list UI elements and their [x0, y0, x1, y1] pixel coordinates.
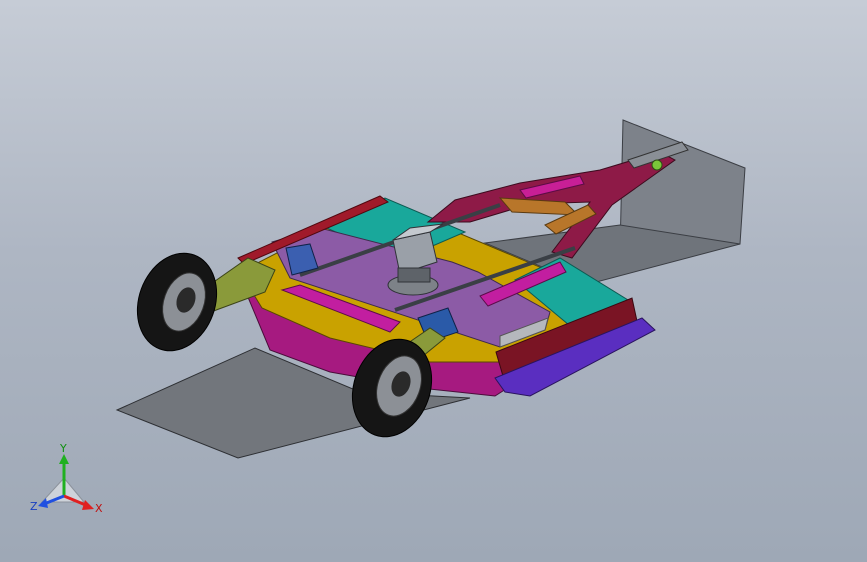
left-wheel[interactable] [124, 242, 230, 362]
coordinate-triad: Y X Z [22, 440, 112, 530]
cad-model-scene[interactable] [0, 0, 867, 562]
triad-x-label: X [95, 502, 103, 515]
y-axis-arrow-icon [59, 454, 69, 464]
triad-graphic: Y X Z [30, 442, 103, 515]
graphics-viewport[interactable]: Y X Z [0, 0, 867, 562]
triad-y-label: Y [59, 442, 67, 455]
triad-z-label: Z [30, 500, 38, 513]
